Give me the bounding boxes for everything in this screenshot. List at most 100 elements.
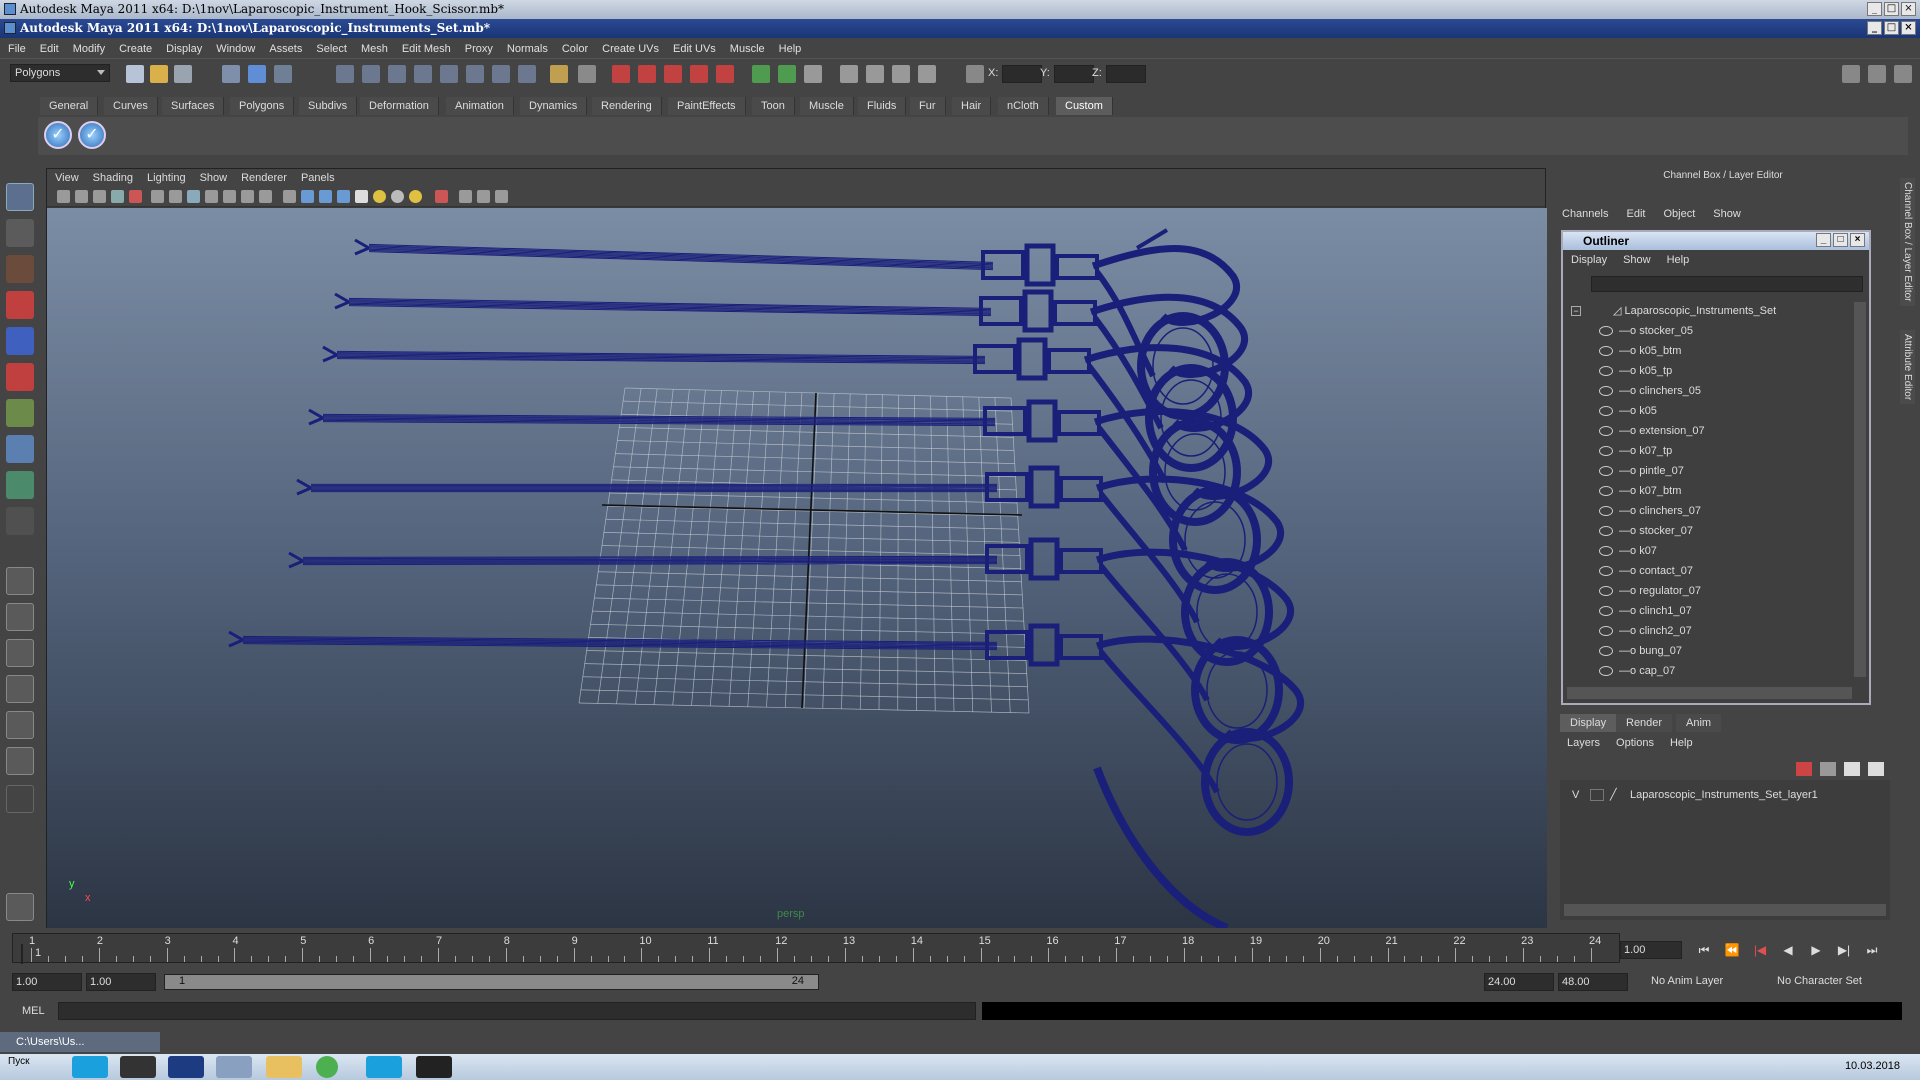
- shelf-tab-painteffects[interactable]: PaintEffects: [668, 97, 746, 115]
- menu-proxy[interactable]: Proxy: [465, 43, 493, 55]
- persp-render-layout-icon[interactable]: [6, 747, 34, 775]
- single-perspective-layout-icon[interactable]: [6, 567, 34, 595]
- outliner-item[interactable]: —o clinchers_05: [1599, 382, 1701, 400]
- selection-mask-icon[interactable]: [440, 65, 458, 83]
- selection-mask-icon[interactable]: [414, 65, 432, 83]
- custom-shelf-checkmark-icon[interactable]: ✓: [44, 121, 72, 149]
- step-forward-frame-icon[interactable]: ▶|: [1832, 941, 1856, 959]
- last-tool-icon[interactable]: [6, 507, 34, 535]
- shelf-tab-deformation[interactable]: Deformation: [360, 97, 439, 115]
- menu-window[interactable]: Window: [216, 43, 255, 55]
- menu-file[interactable]: File: [8, 43, 26, 55]
- outliner-title-bar[interactable]: Outliner _ □ ×: [1563, 232, 1869, 250]
- cb-menu-edit[interactable]: Edit: [1626, 208, 1645, 220]
- maximize-icon[interactable]: □: [1884, 2, 1899, 16]
- play-backwards-icon[interactable]: ◀: [1776, 941, 1800, 959]
- menu-modify[interactable]: Modify: [73, 43, 105, 55]
- input-ops-icon[interactable]: [752, 65, 770, 83]
- selection-mask-icon[interactable]: [388, 65, 406, 83]
- persp-graph-layout-icon[interactable]: [6, 675, 34, 703]
- use-all-lights-icon[interactable]: [373, 190, 386, 203]
- range-slider[interactable]: 1 24: [164, 974, 819, 990]
- scale-tool-icon[interactable]: [6, 363, 34, 391]
- shelf-tab-fur[interactable]: Fur: [910, 97, 946, 115]
- shelf-tab-toon[interactable]: Toon: [752, 97, 795, 115]
- maximize-icon[interactable]: □: [1833, 233, 1848, 247]
- open-scene-icon[interactable]: [150, 65, 168, 83]
- absolute-transform-icon[interactable]: [966, 65, 984, 83]
- minimize-icon[interactable]: _: [1816, 233, 1831, 247]
- minimize-icon[interactable]: _: [1867, 21, 1882, 35]
- outliner-item[interactable]: —o pintle_07: [1599, 462, 1684, 480]
- menu-create[interactable]: Create: [119, 43, 152, 55]
- skype-taskbar-icon[interactable]: [366, 1056, 402, 1078]
- side-tab-channel-box[interactable]: Channel Box / Layer Editor: [1900, 178, 1915, 306]
- menu-help[interactable]: Help: [779, 43, 802, 55]
- xray-joints-icon[interactable]: [477, 190, 490, 203]
- shelf-tab-ncloth[interactable]: nCloth: [998, 97, 1049, 115]
- camera-icon[interactable]: [57, 190, 70, 203]
- persp-outliner-layout-icon[interactable]: [6, 639, 34, 667]
- save-scene-icon[interactable]: [174, 65, 192, 83]
- safe-title-icon[interactable]: [259, 190, 272, 203]
- layer-menu-help[interactable]: Help: [1670, 737, 1693, 749]
- cb-menu-show[interactable]: Show: [1713, 208, 1741, 220]
- lasso-tool-icon[interactable]: [6, 219, 34, 247]
- play-forwards-icon[interactable]: ▶: [1804, 941, 1828, 959]
- shelf-tab-custom[interactable]: Custom: [1056, 97, 1113, 115]
- new-layer-from-selected-icon[interactable]: [1868, 762, 1884, 776]
- camera-attributes-icon[interactable]: [75, 190, 88, 203]
- select-by-hierarchy-icon[interactable]: [222, 65, 240, 83]
- x-field[interactable]: [1002, 65, 1042, 83]
- construction-history-icon[interactable]: [804, 65, 822, 83]
- two-d-pan-icon[interactable]: [129, 190, 142, 203]
- selection-mask-icon[interactable]: [336, 65, 354, 83]
- restore-icon[interactable]: □: [1884, 21, 1899, 35]
- help-question-icon[interactable]: [518, 65, 536, 83]
- menu-muscle[interactable]: Muscle: [730, 43, 765, 55]
- step-back-key-icon[interactable]: ⏪: [1720, 941, 1744, 959]
- rotate-tool-icon[interactable]: [6, 327, 34, 355]
- wireframe-icon[interactable]: [283, 190, 296, 203]
- menu-create-uvs[interactable]: Create UVs: [602, 43, 659, 55]
- character-set-select[interactable]: No Character Set: [1774, 973, 1894, 991]
- shelf-tab-surfaces[interactable]: Surfaces: [162, 97, 225, 115]
- soft-modification-icon[interactable]: [6, 435, 34, 463]
- shelf-tab-general[interactable]: General: [40, 97, 99, 115]
- move-layer-down-icon[interactable]: [1820, 762, 1836, 776]
- persp-hypershade-layout-icon[interactable]: [6, 711, 34, 739]
- default-material-icon[interactable]: [337, 190, 350, 203]
- snap-to-grid-icon[interactable]: [612, 65, 630, 83]
- start-time-field[interactable]: 1.00: [12, 973, 82, 991]
- move-tool-icon[interactable]: [6, 291, 34, 319]
- outliner-item[interactable]: —o regulator_07: [1599, 582, 1701, 600]
- outliner-filter-input[interactable]: [1591, 276, 1863, 292]
- show-hide-tool-settings-icon[interactable]: [1868, 65, 1886, 83]
- select-by-component-icon[interactable]: [274, 65, 292, 83]
- vp-menu-panels[interactable]: Panels: [301, 172, 335, 184]
- side-tab-attribute-editor[interactable]: Attribute Editor: [1900, 330, 1915, 405]
- bookmark-icon[interactable]: [93, 190, 106, 203]
- y-field[interactable]: [1054, 65, 1094, 83]
- xray-icon[interactable]: [459, 190, 472, 203]
- outliner-item[interactable]: —o extension_07: [1599, 422, 1705, 440]
- layer-tab-display[interactable]: Display: [1560, 714, 1617, 732]
- smooth-shade-icon[interactable]: [301, 190, 314, 203]
- grid-icon[interactable]: [151, 190, 164, 203]
- select-tool-icon[interactable]: [6, 183, 34, 211]
- isolate-select-icon[interactable]: [435, 190, 448, 203]
- paint-select-tool-icon[interactable]: [6, 255, 34, 283]
- command-language-label[interactable]: MEL: [22, 1005, 45, 1017]
- go-to-end-icon[interactable]: ⏭: [1860, 941, 1884, 959]
- anim-layer-select[interactable]: No Anim Layer: [1648, 973, 1758, 991]
- start-button-label[interactable]: Пуск: [8, 1056, 29, 1067]
- quick-layout-icon[interactable]: [6, 893, 34, 921]
- maya-taskbar-icon[interactable]: [216, 1056, 252, 1078]
- render-settings-icon[interactable]: [918, 65, 936, 83]
- layer-tab-render[interactable]: Render: [1616, 714, 1673, 732]
- ol-menu-show[interactable]: Show: [1623, 254, 1651, 266]
- menu-display[interactable]: Display: [166, 43, 202, 55]
- layer-tab-anim[interactable]: Anim: [1676, 714, 1722, 732]
- cb-menu-object[interactable]: Object: [1663, 208, 1695, 220]
- menu-edit[interactable]: Edit: [40, 43, 59, 55]
